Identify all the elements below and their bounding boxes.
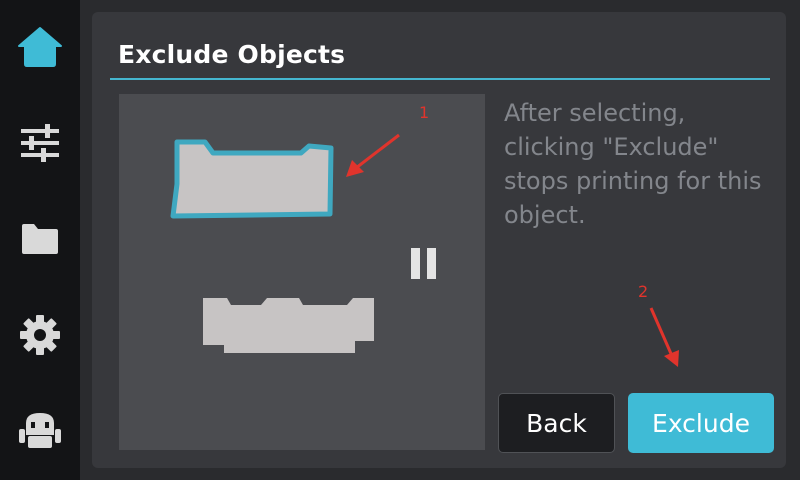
sidebar-item-controls[interactable]	[0, 98, 80, 188]
sidebar-item-settings[interactable]	[0, 290, 80, 380]
object-unselected[interactable]	[203, 298, 374, 353]
gear-icon	[20, 315, 60, 355]
folder-icon	[22, 224, 58, 254]
exclude-button[interactable]: Exclude	[628, 393, 774, 453]
page-title: Exclude Objects	[118, 40, 346, 69]
exclude-description: After selecting, clicking "Exclude" stop…	[504, 99, 762, 229]
robot-icon	[19, 413, 61, 448]
back-button[interactable]: Back	[498, 393, 615, 453]
object-preview	[119, 94, 485, 450]
sidebar-item-robot[interactable]	[0, 386, 80, 476]
title-divider	[110, 78, 770, 80]
pause-icon	[411, 248, 436, 279]
sidebar-item-home[interactable]	[0, 2, 80, 92]
sliders-icon	[21, 124, 59, 162]
sidebar	[0, 0, 80, 480]
annotation-marker-1: 1	[419, 103, 430, 122]
sidebar-item-files[interactable]	[0, 194, 80, 284]
annotation-marker-2: 2	[638, 282, 649, 301]
home-icon	[18, 27, 62, 67]
object-selected[interactable]	[170, 139, 334, 219]
exclude-objects-panel: Exclude Objects After selecting, clickin…	[92, 12, 786, 468]
